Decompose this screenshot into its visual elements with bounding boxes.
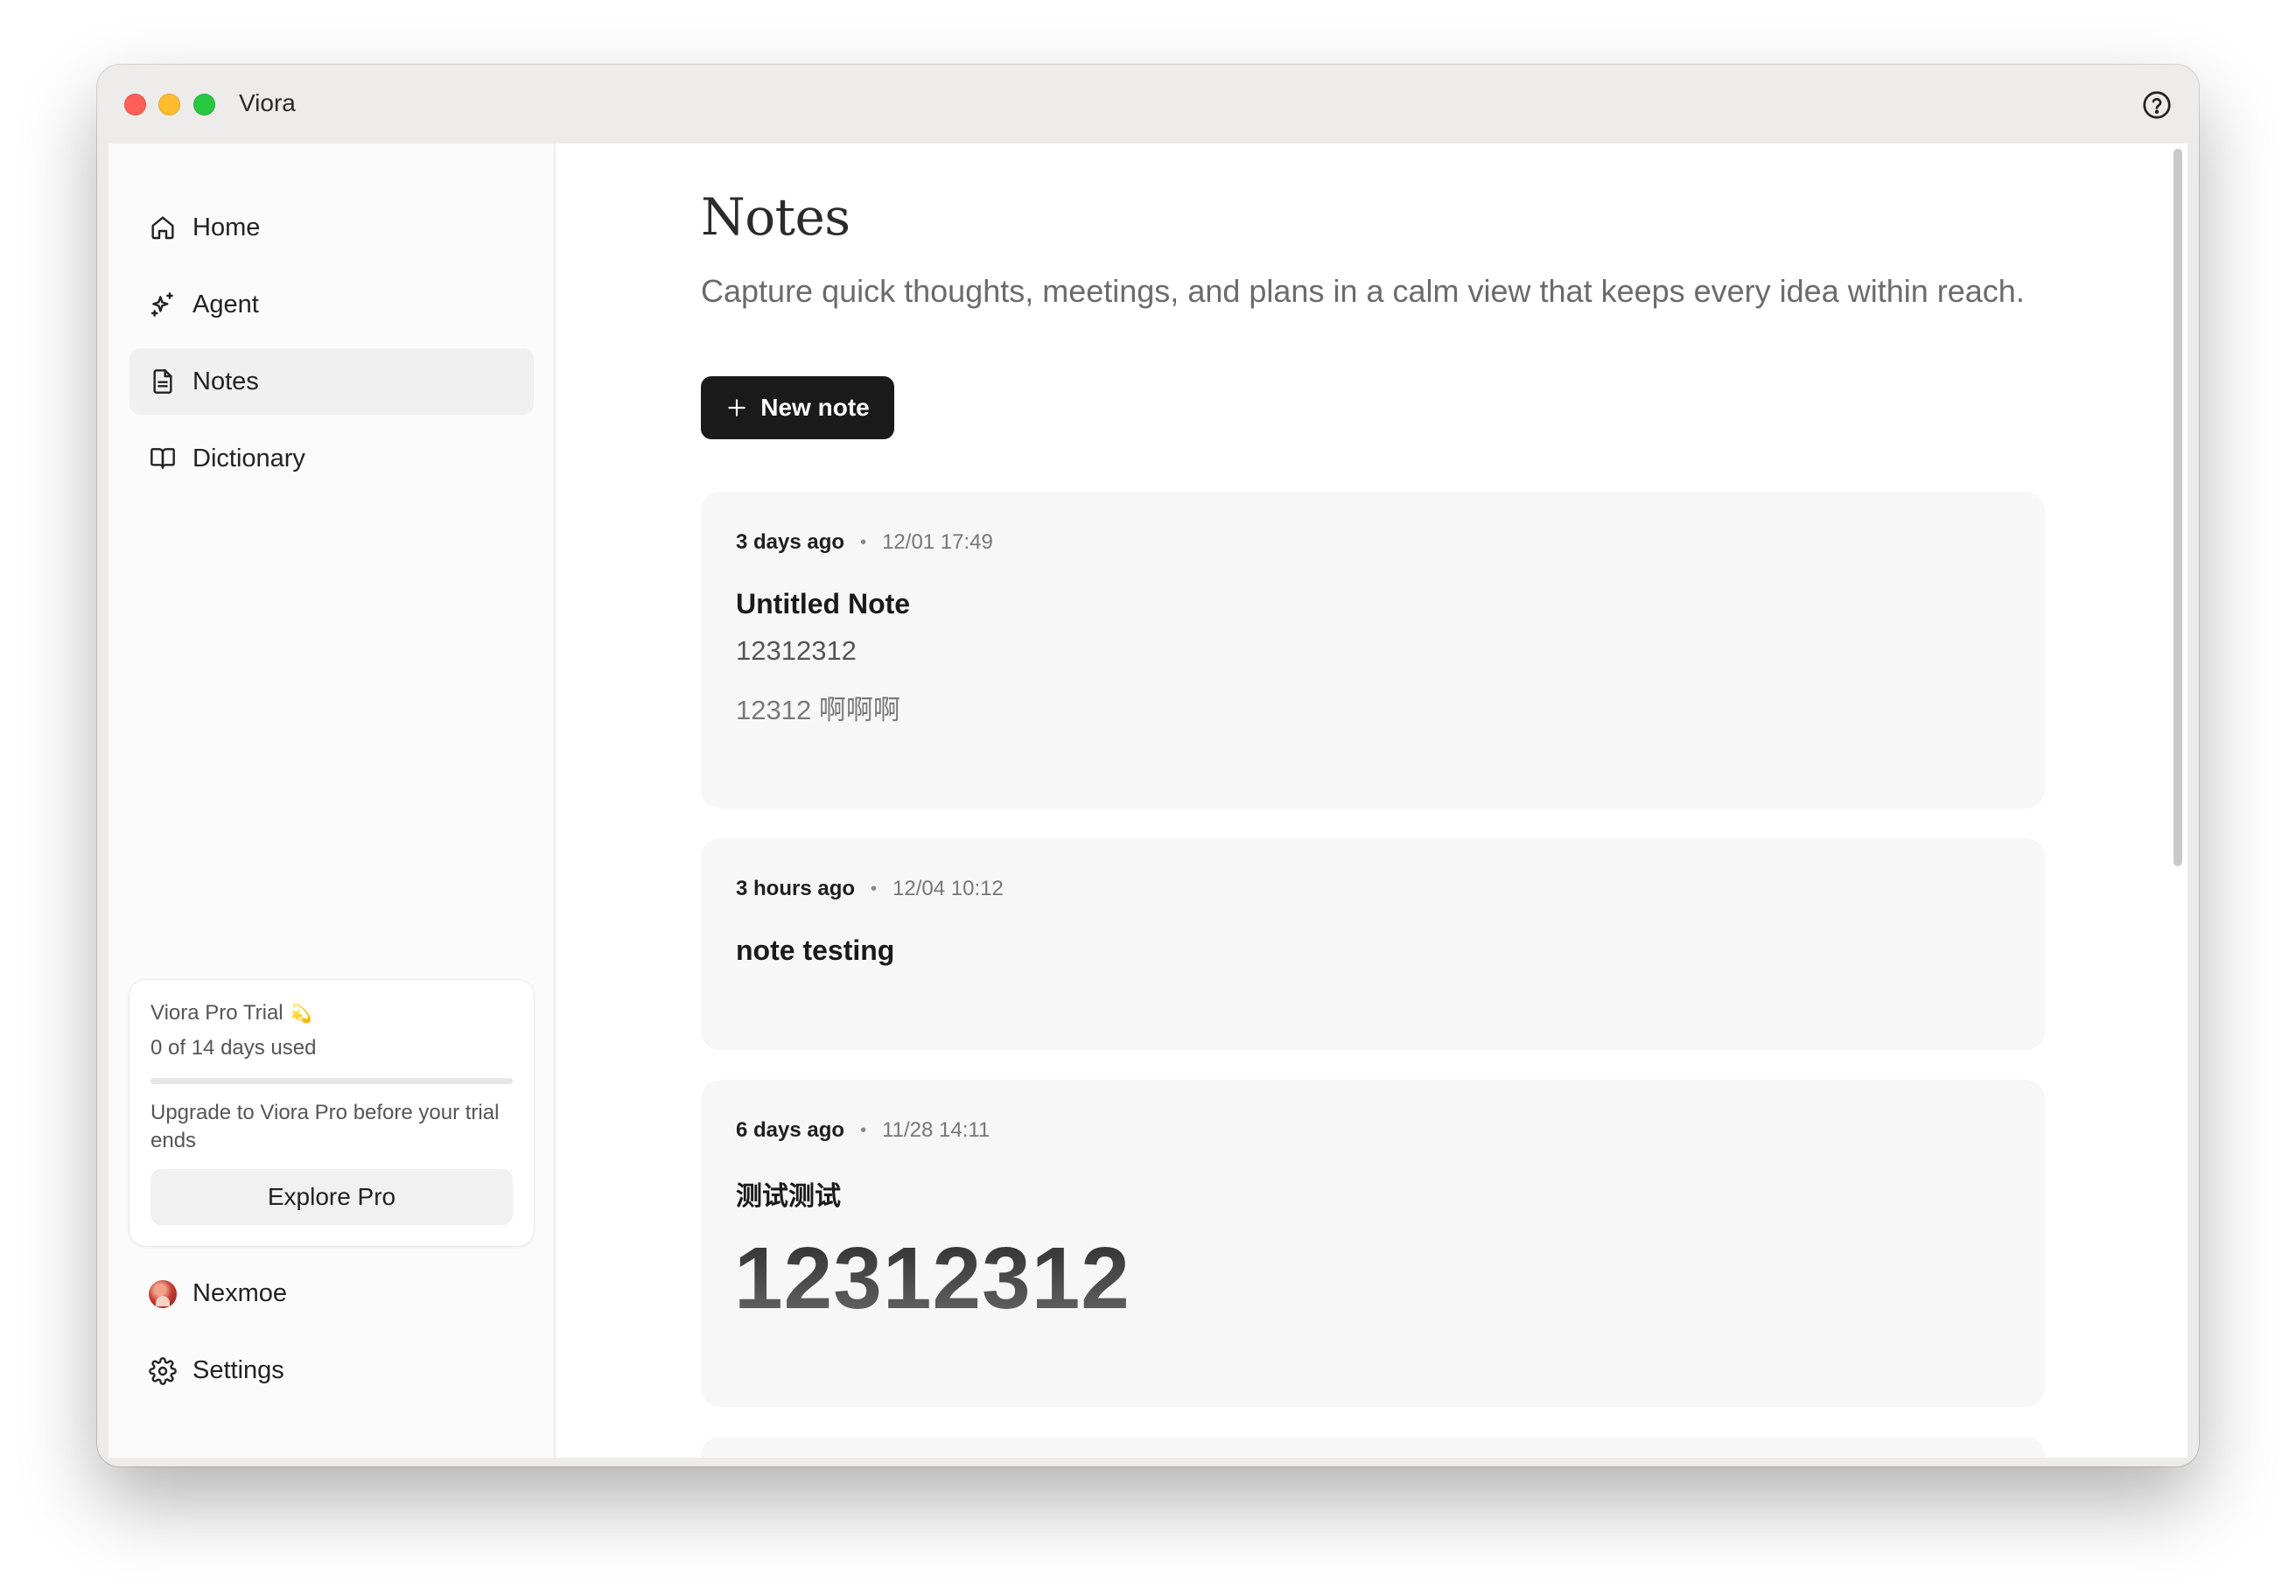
- minimize-window-button[interactable]: [158, 94, 180, 116]
- plus-icon: [728, 399, 746, 416]
- sidebar-item-agent[interactable]: Agent: [130, 271, 534, 338]
- trial-title-text: Viora Pro Trial: [150, 1001, 284, 1025]
- note-card[interactable]: 3 days ago • 12/01 17:49 Untitled Note 1…: [701, 492, 2045, 808]
- close-window-button[interactable]: [124, 94, 146, 116]
- book-icon: [150, 448, 175, 469]
- sparkles-icon: [150, 292, 173, 317]
- trial-days-used: 0 of 14 days used: [150, 1036, 317, 1060]
- note-meta: 6 days ago • 11/28 14:11: [736, 1118, 990, 1143]
- meta-separator: •: [871, 878, 878, 899]
- pro-trial-card: Viora Pro Trial 💫 0 of 14 days used Upgr…: [130, 980, 534, 1246]
- home-icon: [151, 216, 174, 240]
- note-heading-preview: 12312312: [734, 1229, 1130, 1327]
- note-date: 12/01 17:49: [882, 530, 993, 554]
- sidebar-item-label: Agent: [192, 290, 259, 318]
- note-card[interactable]: 6 days ago • 11/28 14:11 测试测试 12312312: [701, 1080, 2045, 1407]
- note-date: 11/28 14:11: [882, 1118, 990, 1142]
- note-relative-time: 6 days ago: [736, 1118, 845, 1142]
- document-icon: [153, 369, 172, 394]
- scrollbar-thumb[interactable]: [2174, 149, 2182, 866]
- gear-icon: [149, 1356, 177, 1385]
- main-panel: Notes Capture quick thoughts, meetings, …: [556, 144, 2188, 1458]
- sidebar-item-label: Notes: [192, 367, 259, 396]
- note-meta: 3 hours ago • 12/04 10:12: [736, 877, 1004, 901]
- settings-label: Settings: [192, 1356, 284, 1384]
- sidebar-item-home[interactable]: Home: [130, 194, 534, 261]
- explore-pro-button[interactable]: Explore Pro: [150, 1169, 513, 1225]
- dizzy-icon: 💫: [290, 1004, 312, 1024]
- note-card-partial[interactable]: [701, 1437, 2045, 1458]
- note-card[interactable]: 3 hours ago • 12/04 10:12 note testing: [701, 838, 2045, 1050]
- trial-title: Viora Pro Trial 💫: [150, 1001, 312, 1026]
- note-title: note testing: [736, 934, 895, 966]
- note-relative-time: 3 hours ago: [736, 877, 856, 900]
- scrollbar[interactable]: [2166, 144, 2188, 1458]
- zoom-window-button[interactable]: [193, 94, 215, 116]
- sidebar: Home Agent Notes Dictionary Viora Pro Tr…: [108, 144, 556, 1458]
- title-bar: Viora: [97, 65, 2199, 144]
- meta-separator: •: [860, 1120, 867, 1140]
- note-preview-line: 12312312: [736, 635, 857, 666]
- trial-upgrade-note: Upgrade to Viora Pro before your trial e…: [150, 1101, 500, 1152]
- note-relative-time: 3 days ago: [736, 530, 845, 554]
- note-meta: 3 days ago • 12/01 17:49: [736, 530, 993, 555]
- sidebar-item-dictionary[interactable]: Dictionary: [130, 425, 534, 492]
- page-subtitle: Capture quick thoughts, meetings, and pl…: [701, 273, 2025, 309]
- note-preview-line: 12312 啊啊啊: [736, 695, 900, 725]
- window-content: Home Agent Notes Dictionary Viora Pro Tr…: [108, 144, 2188, 1458]
- help-icon[interactable]: [2141, 89, 2173, 121]
- avatar: [149, 1279, 177, 1308]
- sidebar-item-label: Home: [192, 213, 261, 242]
- meta-separator: •: [860, 532, 867, 552]
- new-note-label: New note: [760, 394, 870, 421]
- user-profile[interactable]: Nexmoe: [149, 1279, 287, 1308]
- user-name: Nexmoe: [192, 1279, 287, 1307]
- sidebar-item-notes[interactable]: Notes: [130, 348, 534, 415]
- sidebar-item-settings[interactable]: Settings: [149, 1356, 284, 1385]
- note-title: Untitled Note: [736, 588, 911, 620]
- trial-progress-bar: [150, 1078, 513, 1084]
- note-title: 测试测试: [736, 1182, 841, 1211]
- new-note-button[interactable]: New note: [701, 376, 894, 439]
- app-window: Viora Home Agent Notes Dictionary Viora …: [97, 65, 2199, 1466]
- window-title: Viora: [239, 89, 296, 116]
- sidebar-item-label: Dictionary: [192, 444, 305, 472]
- page-title: Notes: [701, 187, 850, 247]
- note-date: 12/04 10:12: [892, 877, 1004, 900]
